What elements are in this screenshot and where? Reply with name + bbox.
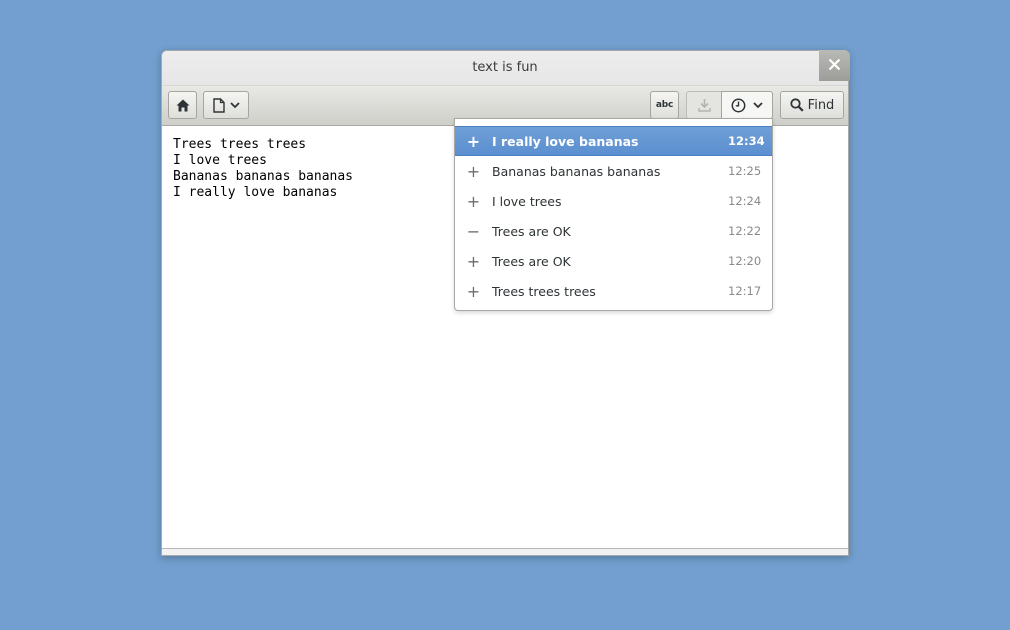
history-item-time: 12:34 <box>728 134 765 148</box>
download-icon <box>697 98 711 112</box>
clock-icon <box>731 98 746 113</box>
search-icon <box>790 98 804 112</box>
history-item-time: 12:24 <box>728 194 762 208</box>
spellcheck-label: abc <box>655 100 674 110</box>
chevron-down-icon <box>229 101 240 109</box>
spellcheck-button[interactable]: abc <box>650 91 679 119</box>
close-icon <box>828 56 841 75</box>
history-item-time: 12:20 <box>728 254 762 268</box>
removed-icon: − <box>466 221 481 241</box>
close-button[interactable] <box>819 50 850 81</box>
history-item[interactable]: + I really love bananas 12:34 <box>455 126 772 156</box>
find-button[interactable]: Find <box>780 91 844 119</box>
history-item[interactable]: + Bananas bananas bananas 12:25 <box>455 156 772 186</box>
history-item-text: Trees are OK <box>492 223 571 239</box>
added-icon: + <box>466 281 481 301</box>
save-button[interactable] <box>686 91 722 119</box>
home-button[interactable] <box>168 91 197 119</box>
history-item[interactable]: + Trees trees trees 12:17 <box>455 276 772 306</box>
history-item-text: I really love bananas <box>492 133 639 149</box>
find-label: Find <box>807 97 835 113</box>
history-list: + I really love bananas 12:34 + Bananas … <box>455 126 772 306</box>
history-item[interactable]: − Trees are OK 12:22 <box>455 216 772 246</box>
window-title: text is fun <box>472 60 538 75</box>
history-item-time: 12:17 <box>728 284 762 298</box>
editor-line: I really love bananas <box>173 185 338 200</box>
history-item-text: Bananas bananas bananas <box>492 163 661 179</box>
chevron-down-icon <box>753 101 763 109</box>
document-icon <box>212 97 225 113</box>
text-editor[interactable]: Trees trees trees I love trees Bananas b… <box>173 137 353 201</box>
titlebar[interactable]: text is fun <box>162 51 848 86</box>
history-popover: + I really love bananas 12:34 + Bananas … <box>454 118 773 311</box>
history-item[interactable]: + I love trees 12:24 <box>455 186 772 216</box>
editor-line: I love trees <box>173 153 267 168</box>
editor-line: Trees trees trees <box>173 137 307 152</box>
history-item[interactable]: + Trees are OK 12:20 <box>455 246 772 276</box>
history-button[interactable] <box>721 91 773 119</box>
added-icon: + <box>466 131 481 151</box>
history-item-text: Trees are OK <box>492 253 571 269</box>
added-icon: + <box>466 191 481 211</box>
history-item-time: 12:22 <box>728 224 762 238</box>
editor-line: Bananas bananas bananas <box>173 169 354 184</box>
added-icon: + <box>466 161 481 181</box>
bottom-border <box>162 548 848 555</box>
document-menu-button[interactable] <box>203 91 249 119</box>
history-item-text: Trees trees trees <box>492 283 596 299</box>
added-icon: + <box>466 251 481 271</box>
home-icon <box>176 99 190 112</box>
history-item-text: I love trees <box>492 193 562 209</box>
history-item-time: 12:25 <box>728 164 762 178</box>
